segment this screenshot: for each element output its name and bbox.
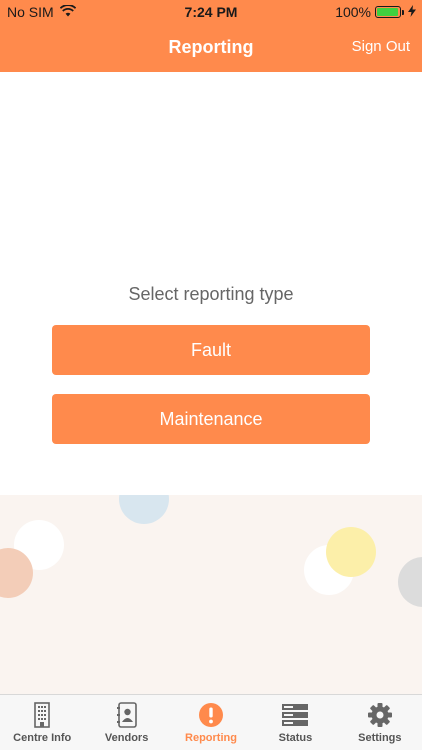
reporting-type-prompt: Select reporting type [128,284,294,304]
tab-reporting[interactable]: Reporting [169,695,253,750]
tab-settings[interactable]: Settings [338,695,422,750]
server-icon [281,702,309,728]
bubble-decoration [326,527,376,577]
tab-label: Centre Info [13,732,72,744]
tab-label: Reporting [185,732,237,744]
decorative-background [0,495,422,695]
fault-button[interactable]: Fault [52,325,370,375]
navigation-bar: Reporting Sign Out [0,24,422,72]
status-right: 100% [335,4,416,20]
reporting-screen: No SIM 7:24 PM 100% Reporting Sign Out S… [0,0,422,750]
tab-label: Status [278,732,313,744]
tab-label: Settings [358,732,402,744]
tab-status[interactable]: Status [253,695,337,750]
tab-label: Vendors [104,732,149,744]
bubble-decoration [119,495,169,524]
charging-icon [408,4,416,20]
tab-bar: Centre Info Vendors Reporting Status Set… [0,694,422,750]
battery-fill [377,8,398,16]
battery-icon [375,6,401,18]
contacts-icon [115,702,139,728]
tab-centre-info[interactable]: Centre Info [0,695,84,750]
battery-percent: 100% [335,4,371,20]
bubble-decoration [398,557,422,607]
status-bar: No SIM 7:24 PM 100% [0,0,422,24]
maintenance-button[interactable]: Maintenance [52,394,370,444]
tab-vendors[interactable]: Vendors [84,695,168,750]
building-icon [30,702,54,728]
gear-icon [367,702,393,728]
sign-out-button[interactable]: Sign Out [352,38,410,55]
battery-tip [402,9,404,15]
exclamation-icon [198,702,224,728]
